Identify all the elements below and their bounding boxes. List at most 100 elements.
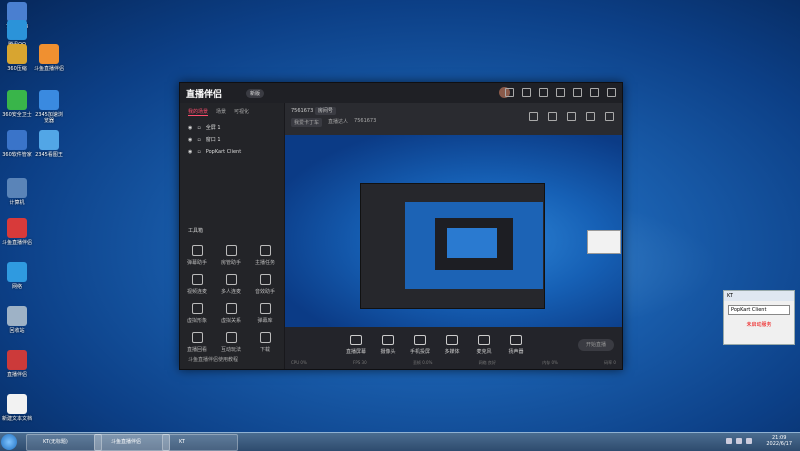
share-icon[interactable]	[605, 112, 614, 121]
minimize-icon[interactable]	[573, 88, 582, 97]
desktop-icon[interactable]: 新建文本文档	[2, 394, 32, 422]
tool-icon	[259, 332, 271, 343]
tool-item[interactable]: 直播回看	[180, 328, 214, 353]
clock-date: 2022/6/17	[766, 441, 792, 447]
room-label[interactable]: 房间号	[314, 107, 336, 115]
mini-dialog-preview	[587, 230, 621, 254]
bell-icon[interactable]	[586, 112, 595, 121]
desktop-icon[interactable]: 直播伴侣	[2, 350, 32, 378]
tool-item[interactable]: 虚拟形象	[180, 299, 214, 324]
tab-scenes[interactable]: 场景	[216, 108, 226, 116]
lock-icon[interactable]: ▫	[197, 146, 200, 158]
button-label: 直播屏幕	[345, 349, 366, 355]
tool-icon	[259, 274, 271, 285]
tool-label: 直播回看	[186, 347, 207, 353]
screen-icon[interactable]	[567, 112, 576, 121]
taskbar-item[interactable]: 斗鱼直播伴侣	[94, 434, 170, 451]
desktop-icon[interactable]: 2345加速浏览器	[34, 90, 64, 124]
desktop-icon[interactable]: 2345看图王	[34, 130, 64, 158]
tray-icon[interactable]	[746, 438, 752, 444]
tool-icon	[259, 245, 271, 256]
tool-item[interactable]: 互动玩法	[214, 328, 248, 353]
title-bar[interactable]: 直播伴侣 新版	[180, 83, 622, 103]
stat-cpu: CPU 0%	[291, 360, 307, 365]
screen-icon[interactable]	[539, 88, 548, 97]
tab-visual[interactable]: 可视化	[234, 108, 249, 116]
tab-my-scenes[interactable]: 我的场景	[188, 108, 209, 116]
mic-button[interactable]: 麦克风	[473, 335, 495, 355]
tool-item[interactable]: 下载	[248, 328, 282, 353]
news-link[interactable]: 斗鱼直播伴侣使用教程	[188, 356, 238, 363]
desktop-icon[interactable]: 回收站	[2, 306, 32, 334]
desktop-icon[interactable]: 斗鱼直播伴侣	[34, 44, 64, 72]
camera-button[interactable]: 摄像头	[377, 335, 399, 355]
tool-item[interactable]: 虚拟关系	[214, 299, 248, 324]
scene-tabs: 我的场景 场景 可视化	[180, 103, 284, 116]
stat-network: 网络 良好	[478, 360, 496, 365]
eye-icon[interactable]: ◉	[188, 146, 192, 158]
mic-icon	[478, 335, 490, 345]
status-bar: CPU 0% FPS 30 丢帧 0.0% 网络 良好 内存 0% 码率 0	[291, 360, 616, 366]
kt-window[interactable]: KT PopKart Client 未启动服务	[723, 290, 795, 345]
taskbar-item[interactable]: KT	[162, 434, 238, 451]
tray-icon[interactable]	[736, 438, 742, 444]
version-badge[interactable]: 新版	[246, 89, 265, 98]
tool-item[interactable]: 弹幕库	[248, 299, 282, 324]
app-icon	[7, 2, 27, 22]
gift-icon[interactable]	[529, 112, 538, 121]
phone-cast-button[interactable]: 手机投屏	[409, 335, 431, 355]
tool-item[interactable]: 主播任务	[248, 241, 282, 266]
tool-label: 下载	[259, 347, 270, 353]
tool-item[interactable]: 视频连麦	[180, 270, 214, 295]
desktop-icon[interactable]: 斗鱼直播伴侣	[2, 218, 32, 246]
app-icon	[7, 394, 27, 414]
clock[interactable]: 21:09 2022/6/17	[766, 435, 792, 447]
desktop-icon[interactable]: 网络	[2, 262, 32, 290]
tool-icon	[225, 274, 237, 285]
tool-item[interactable]: 多人连麦	[214, 270, 248, 295]
room-title[interactable]: 我爱卡丁车	[291, 118, 323, 127]
stat-bitrate: 码率 0	[604, 360, 616, 365]
tray-icon[interactable]	[726, 438, 732, 444]
start-button[interactable]	[1, 434, 17, 450]
lock-icon[interactable]: ▫	[197, 122, 200, 134]
close-icon[interactable]	[607, 88, 616, 97]
menu-icon[interactable]	[556, 88, 565, 97]
stream-preview[interactable]	[285, 135, 622, 327]
scene-label: PopKart Client	[205, 149, 242, 155]
live-companion-window[interactable]: 直播伴侣 新版 我的场景 场景 可视化 ◉ ▫ 全屏 1 ◉ ▫ 窗口 1 ◉ ▫ PopK…	[179, 82, 623, 370]
nested-app-preview	[360, 183, 545, 309]
desktop-icon[interactable]: 360压缩	[2, 44, 32, 72]
speaker-button[interactable]: 扬声器	[505, 335, 527, 355]
desktop-icon-label: 新建文本文档	[2, 416, 33, 422]
scene-item[interactable]: ◉ ▫ 窗口 1	[180, 134, 284, 146]
message-icon[interactable]	[505, 88, 514, 97]
tool-icon	[225, 303, 237, 314]
room-category[interactable]: 直播达人	[328, 118, 348, 127]
tool-label: 音效助手	[254, 289, 275, 295]
desktop-icon[interactable]: 计算机	[2, 178, 32, 206]
media-button[interactable]: 多媒体	[441, 335, 463, 355]
desktop-icon[interactable]: 360安全卫士	[2, 90, 32, 118]
tool-item[interactable]: 音效助手	[248, 270, 282, 295]
eye-icon[interactable]: ◉	[188, 122, 192, 134]
desktop-icon[interactable]: 360软件管家	[2, 130, 32, 158]
eye-icon[interactable]: ◉	[188, 134, 192, 146]
mail-icon[interactable]	[522, 88, 531, 97]
screen-capture-button[interactable]: 直播屏幕	[345, 335, 367, 355]
app-icon	[7, 218, 27, 238]
app-icon	[7, 262, 27, 282]
desktop-icon-label: 360压缩	[7, 66, 27, 72]
tool-item[interactable]: 弹幕助手	[180, 241, 214, 266]
client-select[interactable]: PopKart Client	[728, 305, 790, 315]
scene-item[interactable]: ◉ ▫ 全屏 1	[180, 122, 284, 134]
scene-item[interactable]: ◉ ▫ PopKart Client	[180, 146, 284, 158]
tool-item[interactable]: 房管助手	[214, 241, 248, 266]
taskbar-item[interactable]: KT(无标题)	[26, 434, 102, 451]
lock-icon[interactable]	[548, 112, 557, 121]
app-icon	[7, 130, 27, 150]
kt-title-bar[interactable]: KT	[724, 291, 794, 301]
lock-icon[interactable]: ▫	[197, 134, 200, 146]
maximize-icon[interactable]	[590, 88, 599, 97]
start-live-button[interactable]: 开始直播	[578, 339, 614, 351]
